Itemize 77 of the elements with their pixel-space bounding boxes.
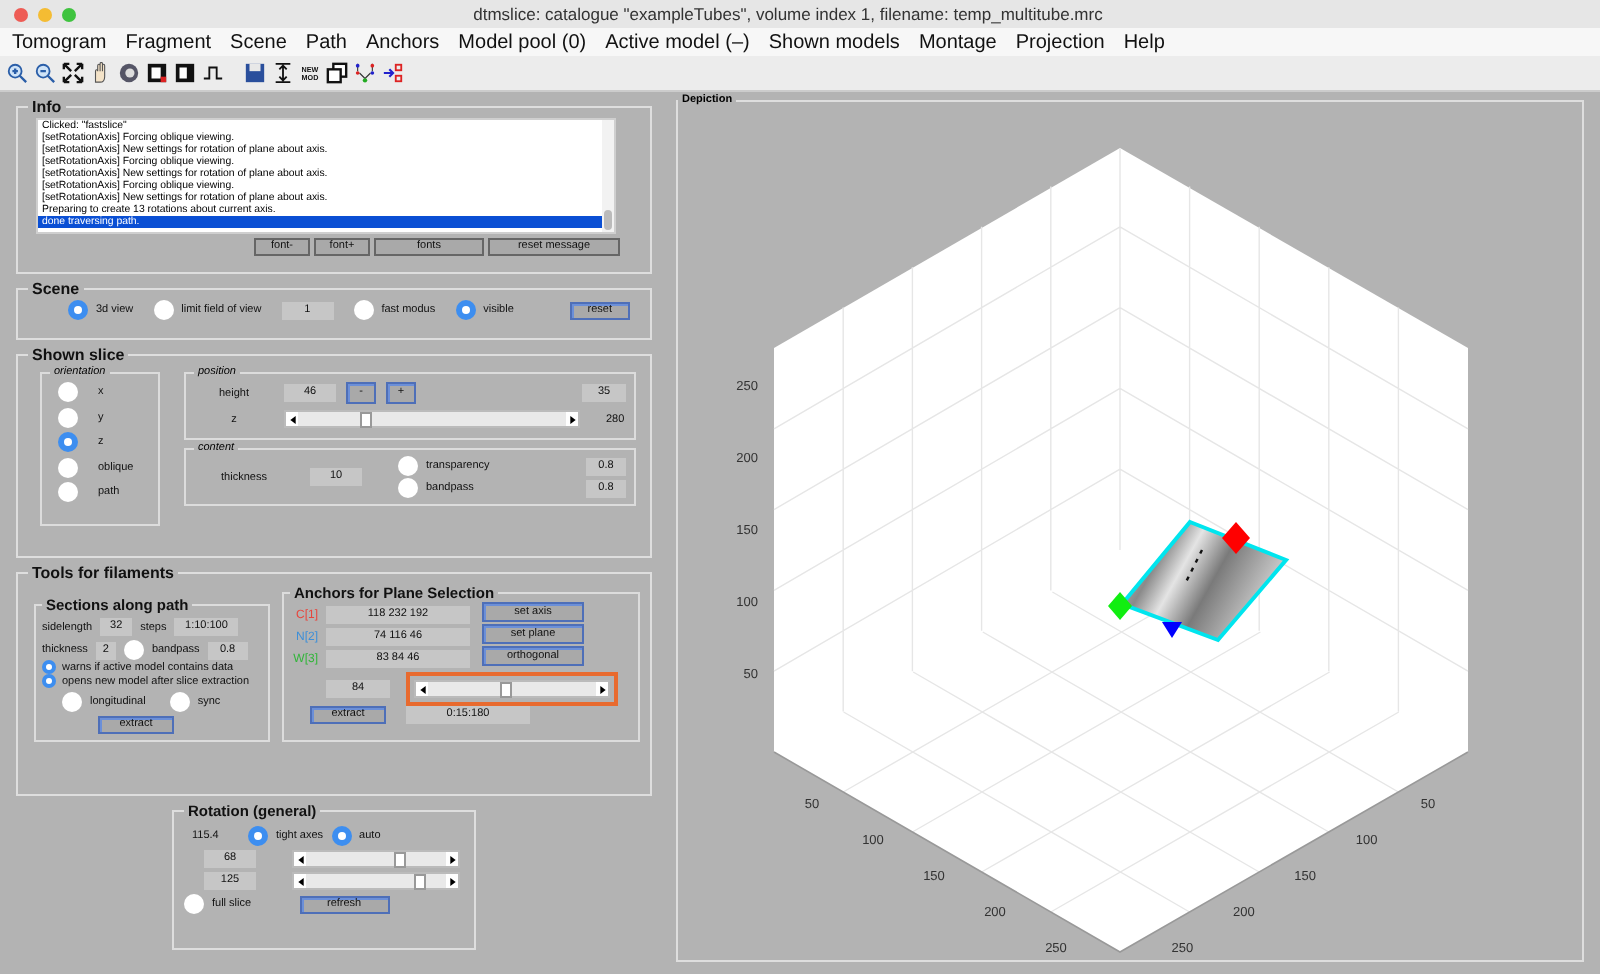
radio-button[interactable] <box>58 407 78 428</box>
contrast-icon[interactable] <box>146 62 168 84</box>
radio-button[interactable] <box>62 692 82 712</box>
step-left-button[interactable] <box>294 852 306 866</box>
step-left-button[interactable] <box>294 874 306 888</box>
checkbox[interactable] <box>42 674 56 688</box>
group-title: Tools for filaments <box>30 564 176 582</box>
rotate-icon[interactable] <box>118 62 140 84</box>
zoom-in-icon[interactable] <box>6 62 28 84</box>
triangle-marker <box>1162 622 1182 638</box>
radio-button[interactable] <box>248 826 268 846</box>
radio-button[interactable] <box>58 432 78 453</box>
window-title: dtmslice: catalogue "exampleTubes", volume index 1, filename: temp_multitube.mrc <box>471 4 1105 24</box>
radio-button[interactable] <box>353 300 374 320</box>
menu-item[interactable]: Tomogram <box>12 31 107 53</box>
diamond-marker <box>1108 592 1132 620</box>
slider[interactable] <box>292 850 460 868</box>
group-title: Shown slice <box>30 346 127 364</box>
slider[interactable] <box>414 680 610 698</box>
triangle-right-icon <box>599 685 605 693</box>
menu-item[interactable]: Montage <box>918 31 997 53</box>
step-left-button[interactable] <box>286 412 298 426</box>
step-right-button[interactable] <box>446 852 458 866</box>
slider-thumb[interactable] <box>359 411 371 427</box>
menu-item[interactable]: Shown models <box>768 31 900 53</box>
radio-button[interactable] <box>398 478 418 498</box>
menu-item[interactable]: Anchors <box>365 31 440 53</box>
step-right-button[interactable] <box>566 412 578 426</box>
step-left-button[interactable] <box>416 682 428 696</box>
radio-button[interactable] <box>455 300 476 320</box>
copy-windows-icon[interactable] <box>326 62 348 84</box>
menu-item[interactable]: Help <box>1123 31 1165 53</box>
menu-item[interactable]: Fragment <box>125 31 212 53</box>
zoom-out-icon[interactable] <box>34 62 56 84</box>
radio-button[interactable] <box>398 456 418 476</box>
radio-button[interactable] <box>153 300 174 320</box>
checkbox[interactable] <box>42 660 56 674</box>
menu-item[interactable]: Path <box>305 31 347 53</box>
scrollbar[interactable] <box>602 120 614 232</box>
step-right-button[interactable] <box>596 682 608 696</box>
menu-item[interactable]: Active model (–) <box>605 31 750 53</box>
radio-button[interactable] <box>68 300 88 320</box>
pulse-icon[interactable] <box>202 62 224 84</box>
contrast-icon[interactable] <box>174 62 196 84</box>
align-icon[interactable] <box>272 62 294 84</box>
slider[interactable] <box>292 872 460 890</box>
radio-button[interactable] <box>58 457 78 478</box>
radio-button[interactable] <box>58 482 78 503</box>
triangle-left-icon <box>297 855 303 863</box>
radio-button[interactable] <box>123 640 144 660</box>
expand-arrows-icon[interactable] <box>62 62 84 84</box>
radio-button[interactable] <box>184 894 204 914</box>
group-title: Info <box>30 98 64 116</box>
slider-thumb[interactable] <box>500 681 513 697</box>
slider-thumb[interactable] <box>393 851 406 867</box>
slider[interactable] <box>284 410 580 428</box>
group-title: Scene <box>30 280 82 298</box>
triangle-right-icon <box>569 415 575 423</box>
diamond-marker <box>1222 522 1250 554</box>
step-right-button[interactable] <box>446 874 458 888</box>
triangle-left-icon <box>419 685 425 693</box>
arrow-to-nodes-icon[interactable] <box>382 62 404 84</box>
triangle-right-icon <box>449 877 455 885</box>
radio-button[interactable] <box>58 382 78 403</box>
triangle-right-icon <box>449 855 455 863</box>
maximize-icon[interactable] <box>62 7 76 21</box>
path-line <box>1184 548 1204 584</box>
triangle-left-icon <box>289 415 295 423</box>
radio-button[interactable] <box>331 826 352 846</box>
menu-item[interactable]: Projection <box>1015 31 1105 53</box>
menu-item[interactable]: Model pool (0) <box>458 31 587 53</box>
radio-button[interactable] <box>169 692 190 712</box>
slider-thumb[interactable] <box>414 873 427 889</box>
triangle-left-icon <box>297 877 303 885</box>
nodes-icon[interactable] <box>354 62 376 84</box>
close-icon[interactable] <box>14 7 28 21</box>
menu-item[interactable]: Scene <box>230 31 287 53</box>
